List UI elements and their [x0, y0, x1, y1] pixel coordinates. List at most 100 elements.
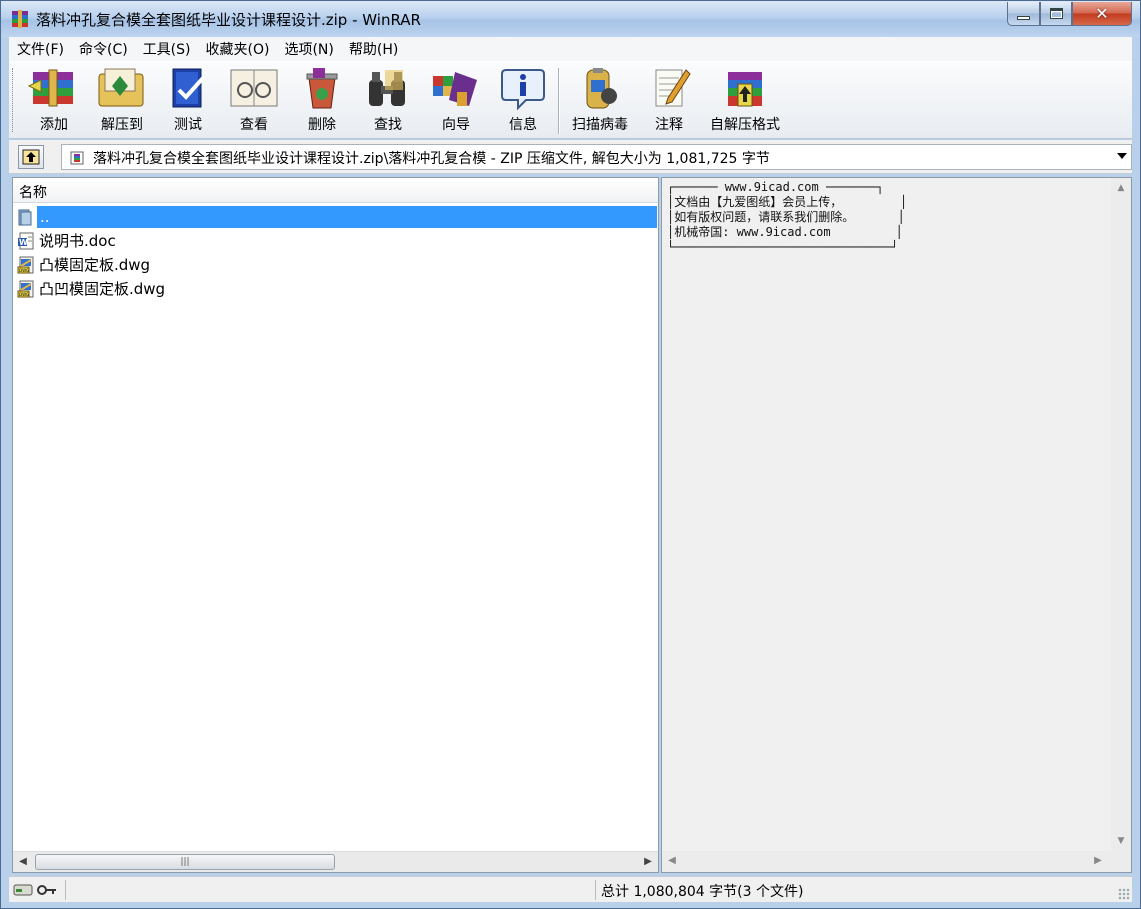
sfx-icon — [728, 72, 762, 107]
file-row-doc[interactable]: W 说明书.doc — [17, 229, 657, 252]
comment-line: └──────────────────────────────┘ — [667, 240, 899, 254]
maximize-icon — [1049, 8, 1063, 19]
file-row-dwg-1[interactable]: DWG 凸模固定板.dwg — [17, 253, 657, 276]
info-label: 信息 — [509, 117, 537, 133]
find-icon — [369, 70, 405, 106]
menu-favorites[interactable]: 收藏夹(O) — [198, 39, 277, 59]
comment-line: │文档由【九爱图纸】会员上传， │ — [667, 195, 908, 209]
title-bar[interactable]: 落料冲孔复合模全套图纸毕业设计课程设计.zip - WinRAR ✕ — [1, 1, 1140, 37]
comment-line: │如有版权问题，请联系我们删除。 │ — [667, 210, 905, 224]
add-label: 添加 — [40, 117, 68, 133]
toolbar: 添加 解压到 测试 查看 删除 查找 向导 信息 扫描病毒 注释 自解压格式 — [9, 61, 1132, 139]
wizard-button[interactable]: 向导 — [423, 66, 489, 136]
archive-icon — [70, 151, 84, 165]
winrar-window: 落料冲孔复合模全套图纸毕业设计课程设计.zip - WinRAR ✕ 文件(F)… — [0, 0, 1141, 909]
column-header-label: 名称 — [19, 185, 47, 201]
delete-button[interactable]: 删除 — [289, 66, 355, 136]
extract-to-icon — [98, 68, 144, 107]
address-bar: 落料冲孔复合模全套图纸毕业设计课程设计.zip\落料冲孔复合模 - ZIP 压缩… — [9, 140, 1132, 174]
delete-label: 删除 — [308, 117, 336, 133]
status-bar: 总计 1,080,804 字节(3 个文件) — [9, 876, 1132, 902]
virus-scan-button[interactable]: 扫描病毒 — [565, 66, 635, 136]
file-list-horizontal-scrollbar[interactable]: ◀ ||| ▶ — [13, 851, 658, 872]
column-header-name[interactable]: 名称 — [13, 178, 658, 203]
add-button[interactable]: 添加 — [21, 66, 87, 136]
minimize-button[interactable] — [1007, 2, 1040, 26]
file-name: 凸模固定板.dwg — [39, 256, 151, 274]
file-name: .. — [39, 207, 51, 226]
menu-tools[interactable]: 工具(S) — [135, 39, 198, 59]
parent-folder-icon — [18, 209, 32, 225]
add-archive-icon — [27, 69, 73, 107]
comment-button[interactable]: 注释 — [636, 66, 702, 136]
status-summary: 总计 1,080,804 字节(3 个文件) — [601, 884, 804, 900]
scroll-right-arrow-icon[interactable]: ▶ — [1091, 854, 1105, 868]
sfx-label: 自解压格式 — [710, 117, 780, 133]
close-icon: ✕ — [1095, 4, 1109, 23]
status-icons — [13, 881, 61, 899]
up-one-level-button[interactable] — [18, 145, 44, 169]
comment-icon — [655, 69, 691, 107]
comment-horizontal-scrollbar[interactable]: ◀ ▶ — [662, 851, 1131, 872]
menu-options[interactable]: 选项(N) — [276, 39, 340, 59]
chevron-down-icon[interactable] — [1117, 153, 1127, 159]
status-separator — [595, 880, 596, 900]
comment-panel: ┌────── www.9icad.com ───────┐ │文档由【九爱图纸】… — [661, 177, 1132, 873]
scroll-up-arrow-icon[interactable]: ▲ — [1114, 181, 1128, 195]
test-icon — [172, 68, 205, 108]
dwg-file-icon: DWG — [17, 280, 34, 297]
virus-scan-icon — [586, 68, 617, 109]
scroll-left-arrow-icon[interactable]: ◀ — [16, 855, 30, 869]
info-button[interactable]: 信息 — [490, 66, 556, 136]
scroll-down-arrow-icon[interactable]: ▼ — [1114, 834, 1128, 848]
extract-to-label: 解压到 — [101, 117, 143, 133]
file-row-parent[interactable]: .. — [17, 205, 657, 228]
wizard-label: 向导 — [442, 117, 470, 133]
scrollbar-thumb[interactable]: ||| — [35, 854, 335, 870]
comment-vertical-scrollbar[interactable]: ▲ ▼ — [1111, 178, 1131, 851]
view-icon — [230, 69, 278, 107]
maximize-button[interactable] — [1040, 2, 1072, 26]
path-text: 落料冲孔复合模全套图纸毕业设计课程设计.zip\落料冲孔复合模 - ZIP 压缩… — [93, 151, 770, 167]
svg-text:W: W — [19, 238, 28, 247]
scroll-left-arrow-icon[interactable]: ◀ — [665, 854, 679, 868]
path-field[interactable]: 落料冲孔复合模全套图纸毕业设计课程设计.zip\落料冲孔复合模 - ZIP 压缩… — [61, 144, 1132, 170]
toolbar-separator — [558, 68, 560, 134]
close-button[interactable]: ✕ — [1072, 2, 1132, 26]
extract-to-button[interactable]: 解压到 — [89, 66, 155, 136]
file-row-dwg-2[interactable]: DWG 凸凹模固定板.dwg — [17, 277, 657, 300]
resize-grip[interactable] — [1118, 888, 1130, 900]
view-button[interactable]: 查看 — [221, 66, 287, 136]
dwg-file-icon: DWG — [17, 256, 34, 273]
menu-bar: 文件(F) 命令(C) 工具(S) 收藏夹(O) 选项(N) 帮助(H) — [9, 37, 1132, 61]
test-label: 测试 — [174, 117, 202, 133]
archive-comment[interactable]: ┌────── www.9icad.com ───────┐ │文档由【九爱图纸】… — [667, 180, 907, 255]
virus-scan-label: 扫描病毒 — [572, 117, 628, 133]
test-button[interactable]: 测试 — [155, 66, 221, 136]
winrar-app-icon[interactable] — [10, 9, 30, 29]
menu-help[interactable]: 帮助(H) — [341, 39, 405, 59]
view-label: 查看 — [240, 117, 268, 133]
info-icon — [501, 69, 545, 110]
scroll-right-arrow-icon[interactable]: ▶ — [641, 855, 655, 869]
toolbar-grip[interactable] — [12, 68, 15, 132]
svg-text:DWG: DWG — [19, 268, 29, 273]
window-title: 落料冲孔复合模全套图纸毕业设计课程设计.zip - WinRAR — [36, 11, 421, 29]
find-button[interactable]: 查找 — [355, 66, 421, 136]
svg-text:DWG: DWG — [19, 292, 29, 297]
minimize-icon — [1017, 15, 1030, 20]
menu-commands[interactable]: 命令(C) — [71, 39, 135, 59]
wizard-icon — [433, 72, 477, 106]
menu-file[interactable]: 文件(F) — [9, 39, 71, 59]
comment-line: ┌────── www.9icad.com ───────┐ — [667, 180, 884, 194]
comment-line: │机械帝国: www.9icad.com │ — [667, 225, 903, 239]
key-icon[interactable] — [37, 883, 57, 897]
status-separator — [65, 880, 66, 900]
word-document-icon: W — [18, 232, 34, 249]
find-label: 查找 — [374, 117, 402, 133]
file-name: 凸凹模固定板.dwg — [39, 280, 166, 298]
file-list-panel: 名称 .. W 说明书.doc DWG 凸模固定板.dwg DWG 凸凹模固定板… — [12, 177, 659, 873]
drive-icon[interactable] — [13, 883, 33, 897]
sfx-button[interactable]: 自解压格式 — [703, 66, 787, 136]
folder-up-icon — [22, 149, 40, 165]
